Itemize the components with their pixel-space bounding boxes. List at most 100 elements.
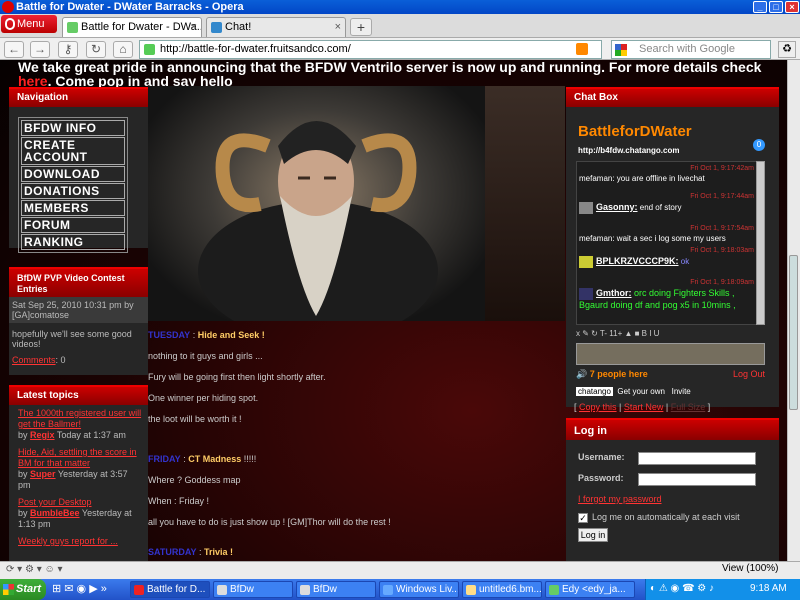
- topic-user-link[interactable]: Super: [30, 469, 56, 479]
- close-window-button[interactable]: ×: [785, 1, 799, 13]
- navigation-list: BFDW INFO CREATE ACCOUNT DOWNLOAD DONATI…: [18, 117, 128, 253]
- chat-format-toolbar[interactable]: x ✎ ↻ T- 11+ ▲ ■ B I U: [576, 327, 765, 341]
- hero-side-shadow: [485, 86, 565, 321]
- speaker-icon[interactable]: 🔊: [576, 369, 587, 379]
- nav-item-download[interactable]: DOWNLOAD: [21, 166, 125, 182]
- nav-item-create-account[interactable]: CREATE ACCOUNT: [21, 137, 125, 165]
- chat-message: Fri Oct 1, 9:18:09am Gmthor: orc doing Fi…: [579, 278, 754, 311]
- people-here-count[interactable]: 7 people here: [590, 369, 648, 379]
- forgot-password-link[interactable]: I forgot my password: [578, 494, 662, 504]
- message-timestamp: Fri Oct 1, 9:18:09am: [690, 279, 754, 286]
- chatango-logo[interactable]: chatango: [576, 387, 613, 396]
- chat-input[interactable]: [576, 343, 765, 365]
- message-user[interactable]: Gasonny:: [596, 202, 638, 212]
- topic-by: by: [18, 430, 28, 440]
- nav-item-bfdw-info[interactable]: BFDW INFO: [21, 120, 125, 136]
- search-field[interactable]: Search with Google: [611, 40, 771, 59]
- chat-scrollbar[interactable]: [756, 161, 765, 325]
- zoom-level[interactable]: View (100%): [722, 563, 779, 574]
- login-button[interactable]: Log in: [578, 528, 608, 542]
- search-placeholder: Search with Google: [639, 43, 735, 55]
- address-field[interactable]: http://battle-for-dwater.fruitsandco.com…: [139, 40, 602, 59]
- post-event: Hide and Seek !: [197, 330, 265, 340]
- topic-user-link[interactable]: BumbleBee: [30, 508, 80, 518]
- maximize-button[interactable]: □: [769, 1, 783, 13]
- user-avatar[interactable]: [579, 256, 593, 268]
- navigation-title: Navigation: [9, 87, 148, 107]
- password-label: Password:: [578, 473, 624, 483]
- taskbar-item-bfdw[interactable]: BfDw: [213, 581, 293, 598]
- key-icon[interactable]: ⚷: [58, 41, 78, 58]
- tray-icons[interactable]: ◐ ⚠ ◉ ☎ ⚙ ♪: [650, 583, 714, 594]
- home-button[interactable]: ⌂: [113, 41, 133, 58]
- message-text: ok: [678, 257, 690, 267]
- page-scroll-thumb[interactable]: [789, 255, 798, 410]
- chat-message: Fri Oct 1, 9:18:03am BPLKRZVCCCP9K: ok: [579, 246, 754, 268]
- chat-room-url[interactable]: http://b4fdw.chatango.com: [578, 146, 679, 155]
- nav-item-forum[interactable]: FORUM: [21, 217, 125, 233]
- topic-link[interactable]: Post your Desktop: [18, 497, 92, 507]
- chat-count-badge[interactable]: 0: [753, 139, 765, 151]
- user-avatar[interactable]: [579, 288, 593, 300]
- chat-actions: [ Copy this | Start New | Full Size ]: [574, 402, 711, 412]
- navigation-panel: Navigation BFDW INFO CREATE ACCOUNT DOWN…: [9, 87, 148, 253]
- username-input[interactable]: [638, 452, 756, 465]
- topic-item: Hide, Aid, settling the score in BM for …: [9, 444, 148, 494]
- user-avatar[interactable]: [579, 202, 593, 214]
- login-title: Log in: [566, 418, 779, 440]
- window-title: Battle for Dwater - DWater Barracks - Op…: [16, 1, 244, 13]
- message-timestamp: Fri Oct 1, 9:17:42am: [690, 165, 754, 172]
- copy-this-link[interactable]: Copy this: [579, 402, 617, 412]
- site-favicon-icon: [144, 44, 155, 55]
- forward-button[interactable]: →: [30, 41, 50, 58]
- post-day: TUESDAY: [148, 330, 191, 340]
- password-input[interactable]: [638, 473, 756, 486]
- rss-feed-icon[interactable]: [576, 43, 588, 55]
- topic-user-link[interactable]: Regix: [30, 430, 55, 440]
- taskbar-item-edy[interactable]: Edy <edy_ja...: [545, 581, 635, 598]
- tab-battle-for-dwater[interactable]: Battle for Dwater - DWa... ×: [62, 17, 202, 37]
- nav-item-ranking[interactable]: RANKING: [21, 234, 125, 250]
- full-size-link[interactable]: Full Size: [671, 402, 706, 412]
- taskbar-item-opera[interactable]: Battle for D...: [130, 581, 210, 598]
- close-tab-icon[interactable]: ×: [191, 18, 197, 37]
- minimize-button[interactable]: _: [753, 1, 767, 13]
- nav-item-donations[interactable]: DONATIONS: [21, 183, 125, 199]
- topic-link[interactable]: Weekly guys report for ...: [18, 536, 118, 546]
- topic-by: by: [18, 469, 28, 479]
- start-button[interactable]: Start: [0, 579, 46, 600]
- reload-button[interactable]: ↻: [86, 41, 106, 58]
- taskbar-item-bfdw-2[interactable]: BfDw: [296, 581, 376, 598]
- contest-title[interactable]: BfDW PVP Video Contest Entries: [9, 267, 148, 297]
- back-button[interactable]: ←: [4, 41, 24, 58]
- page-viewport: We take great pride in announcing that t…: [0, 60, 787, 561]
- google-icon[interactable]: [615, 44, 627, 56]
- status-icons[interactable]: ⟳ ▾ ⚙ ▾ ☺ ▾: [6, 564, 63, 575]
- opera-menu-button[interactable]: Menu: [1, 15, 57, 33]
- invite-link[interactable]: Invite: [672, 387, 691, 396]
- topic-link[interactable]: The 1000th registered user will get the …: [18, 408, 141, 429]
- chatango-links: chatango Get your own Invite: [576, 387, 765, 396]
- message-user[interactable]: Gmthor:: [596, 288, 632, 298]
- chat-logout-link[interactable]: Log Out: [733, 369, 765, 379]
- close-tab-icon[interactable]: ×: [335, 18, 341, 37]
- topic-by: by: [18, 508, 28, 518]
- remember-checkbox[interactable]: ✓: [578, 512, 588, 523]
- topic-link[interactable]: Hide, Aid, settling the score in BM for …: [18, 447, 137, 468]
- chat-room-name[interactable]: BattleforDWater: [578, 123, 692, 140]
- quick-launch-icons[interactable]: ⊞ ✉ ◉ ▶ »: [52, 582, 107, 595]
- tab-chat[interactable]: Chat! ×: [206, 17, 346, 37]
- paint-icon: [466, 585, 476, 595]
- taskbar-item-paint[interactable]: untitled6.bm...: [462, 581, 542, 598]
- horned-wizard-illustration: [198, 121, 438, 341]
- trash-icon[interactable]: ♻: [778, 41, 796, 58]
- start-new-link[interactable]: Start New: [624, 402, 664, 412]
- taskbar-item-windows-live[interactable]: Windows Liv...: [379, 581, 459, 598]
- message-user[interactable]: BPLKRZVCCCP9K:: [596, 256, 679, 266]
- browser-status-bar: ⟳ ▾ ⚙ ▾ ☺ ▾: [0, 561, 800, 579]
- nav-item-members[interactable]: MEMBERS: [21, 200, 125, 216]
- get-your-own-link[interactable]: Get your own: [617, 387, 665, 396]
- comments-link[interactable]: Comments: [12, 355, 56, 365]
- new-tab-button[interactable]: +: [350, 18, 372, 36]
- post-line: When : Friday !: [148, 496, 210, 506]
